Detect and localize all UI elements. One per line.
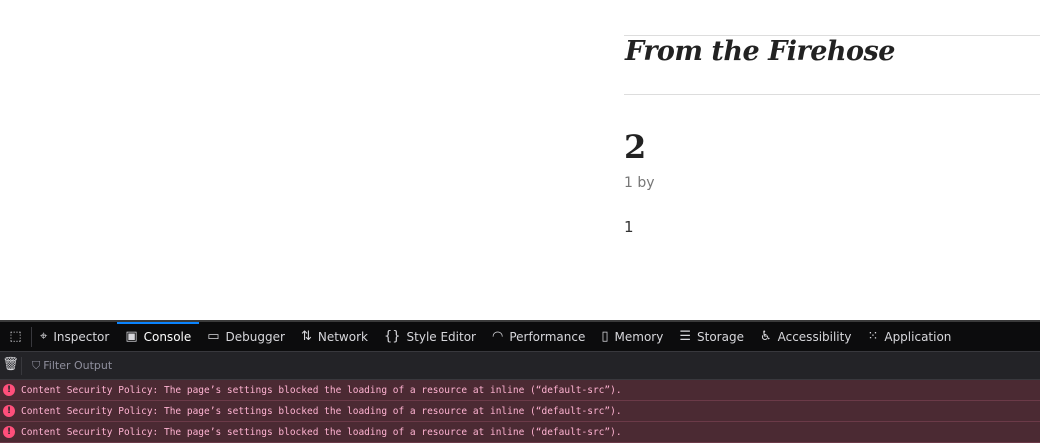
message-text: Content Security Policy: The page’s sett…: [21, 384, 622, 396]
error-icon: !: [3, 405, 15, 417]
memory-icon: ▯: [601, 329, 609, 344]
tab-label: Inspector: [53, 329, 110, 344]
tab-inspector[interactable]: ⌖ Inspector: [32, 322, 117, 352]
console-error-message: ! Content Security Policy: The page’s set…: [0, 422, 1040, 443]
tab-label: Memory: [614, 329, 664, 344]
tab-label: Console: [143, 329, 192, 344]
console-error-message: ! Content Security Policy: The page’s set…: [0, 401, 1040, 422]
tab-label: Performance: [509, 329, 586, 344]
web-page: From the Firehose 2 1 by 1: [0, 0, 1040, 320]
message-text: Content Security Policy: The page’s sett…: [21, 405, 622, 417]
style-editor-icon: {}: [383, 329, 401, 344]
console-icon: ▣: [125, 329, 138, 344]
devtools-tabbar: ⬚ ⌖ Inspector ▣ Console ▭ Debugger ⇅ Network…: [0, 321, 1040, 352]
item-number: 2: [624, 128, 647, 166]
tab-label: Debugger: [225, 329, 285, 344]
application-icon: ⁙: [867, 329, 879, 344]
picker-icon: ⬚: [9, 329, 22, 344]
tab-accessibility[interactable]: ♿ Accessibility: [752, 322, 860, 352]
tab-storage[interactable]: ☰ Storage: [671, 322, 752, 352]
inspector-icon: ⌖: [40, 329, 48, 344]
debugger-icon: ▭: [207, 329, 220, 344]
tab-label: Style Editor: [406, 329, 476, 344]
tab-performance[interactable]: ◠ Performance: [484, 322, 593, 352]
item-value: 1: [624, 218, 634, 236]
byline: 1 by: [624, 175, 655, 191]
accessibility-icon: ♿: [759, 329, 772, 344]
network-icon: ⇅: [300, 329, 312, 344]
section-heading: From the Firehose: [625, 36, 895, 67]
tab-label: Storage: [697, 329, 744, 344]
element-picker-button[interactable]: ⬚: [0, 326, 32, 347]
performance-icon: ◠: [491, 329, 504, 344]
filter-output-input[interactable]: Filter Output: [43, 359, 112, 372]
tab-network[interactable]: ⇅ Network: [293, 322, 376, 352]
filter-icon: ⛉: [32, 358, 41, 372]
clear-console-trash-icon[interactable]: 🗑: [0, 356, 22, 375]
tab-style-editor[interactable]: {} Style Editor: [376, 322, 484, 352]
divider: [624, 94, 1040, 95]
message-text: Content Security Policy: The page’s sett…: [21, 426, 622, 438]
tab-console[interactable]: ▣ Console: [117, 321, 200, 352]
tab-application[interactable]: ⁙ Application: [859, 322, 959, 352]
tab-label: Accessibility: [777, 329, 852, 344]
console-error-message: ! Content Security Policy: The page’s set…: [0, 380, 1040, 401]
tab-label: Application: [884, 329, 952, 344]
error-icon: !: [3, 426, 15, 438]
error-icon: !: [3, 384, 15, 396]
console-toolbar: 🗑 ⛉ Filter Output: [0, 352, 1040, 380]
devtools-panel: ⬚ ⌖ Inspector ▣ Console ▭ Debugger ⇅ Network…: [0, 321, 1040, 443]
tab-label: Network: [317, 329, 368, 344]
tab-memory[interactable]: ▯ Memory: [593, 322, 671, 352]
storage-icon: ☰: [679, 329, 691, 344]
tab-debugger[interactable]: ▭ Debugger: [199, 322, 293, 352]
